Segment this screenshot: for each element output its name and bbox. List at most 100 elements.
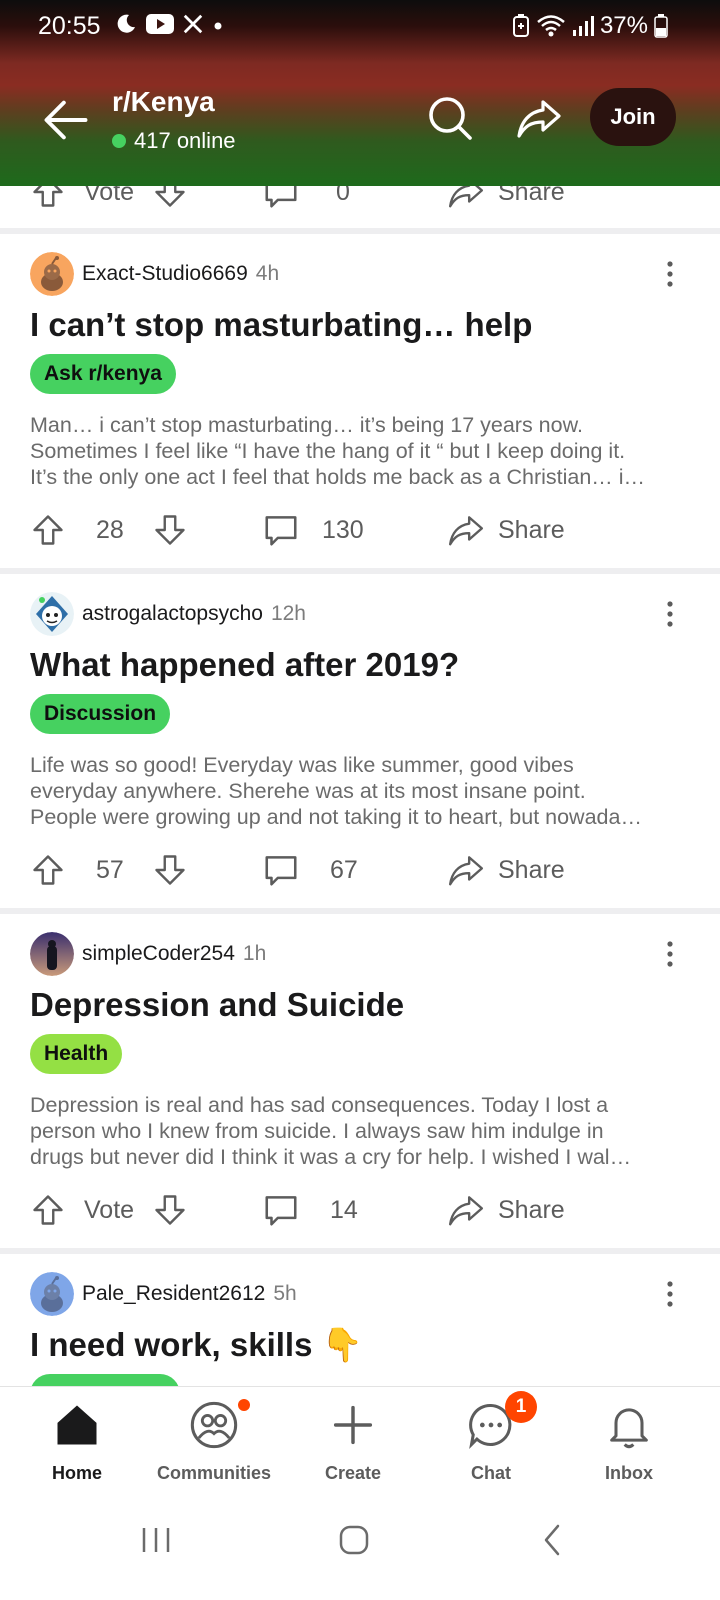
subreddit-name: r/Kenya	[112, 86, 215, 117]
more-options-button[interactable]	[658, 1280, 682, 1308]
more-options-button[interactable]	[658, 260, 682, 288]
nav-label: Create	[324, 1463, 382, 1483]
home-circle-icon	[339, 1525, 369, 1555]
snoo-avatar-icon	[30, 592, 74, 636]
signal-icon	[572, 16, 594, 36]
post-age: 4h	[255, 262, 280, 285]
nav-communities[interactable]: Communities	[154, 1399, 274, 1489]
status-bar: 20:55 37%	[0, 0, 720, 52]
downvote-icon	[155, 515, 185, 545]
battery-icon	[654, 14, 668, 38]
join-button[interactable]: Join	[590, 88, 676, 146]
share-community-button[interactable]	[514, 94, 564, 142]
online-indicator: 417 online	[112, 128, 236, 154]
post-body-line: drugs but never did I think it was a cry…	[30, 1145, 632, 1169]
post-author[interactable]: Exact-Studio6669	[82, 262, 248, 286]
post-header: Exact-Studio6669 4h	[30, 252, 279, 296]
battery-percent: 37%	[599, 12, 648, 39]
comments-button[interactable]	[262, 844, 300, 896]
nav-create[interactable]: Create	[293, 1399, 413, 1489]
downvote-button[interactable]	[152, 504, 188, 556]
post-body[interactable]: Depression is real and has sad consequen…	[30, 1092, 676, 1170]
comments-button[interactable]	[262, 1184, 300, 1236]
upvote-button[interactable]	[30, 504, 66, 556]
nav-label: Home	[51, 1463, 102, 1483]
avatar[interactable]	[30, 932, 74, 976]
post-age: 12h	[270, 602, 306, 625]
post-body-line: Life was so good! Everyday was like summ…	[30, 753, 574, 777]
vote-count: 28	[96, 515, 124, 544]
post-author[interactable]: simpleCoder254	[82, 942, 235, 966]
post-body-line: everyday anywhere. Sherehe was at its mo…	[30, 779, 586, 803]
post-card[interactable]: astrogalactopsycho 12h What happened aft…	[0, 574, 720, 914]
downvote-button[interactable]	[152, 1184, 188, 1236]
online-dot	[112, 134, 126, 148]
profile-photo-icon	[30, 932, 74, 976]
post-actions: 57 67 Share	[0, 844, 720, 896]
youtube-icon	[146, 14, 174, 34]
nav-chat[interactable]: 1 Chat	[431, 1391, 551, 1489]
nav-label: Communities	[156, 1463, 271, 1483]
post-title[interactable]: I need work, skills 👇	[30, 1326, 363, 1365]
nav-home[interactable]: Home	[17, 1399, 137, 1489]
nav-label: Chat	[471, 1463, 511, 1483]
more-vertical-icon	[667, 1281, 673, 1307]
system-navigation-bar	[0, 1494, 720, 1600]
post-title[interactable]: What happened after 2019?	[30, 646, 459, 684]
share-button[interactable]: Share	[446, 504, 565, 556]
post-flair[interactable]: Ask r/kenya	[30, 354, 176, 394]
share-button[interactable]: Share	[446, 844, 565, 896]
recent-apps-button[interactable]	[126, 1510, 186, 1570]
avatar[interactable]	[30, 592, 74, 636]
post-title[interactable]: I can’t stop masturbating… help	[30, 306, 532, 344]
nav-inbox[interactable]: Inbox	[569, 1399, 689, 1489]
bell-icon	[610, 1408, 648, 1449]
status-right-icons: 37%	[512, 12, 668, 40]
post-card[interactable]: Exact-Studio6669 4h I can’t stop masturb…	[0, 234, 720, 574]
post-body-line: People were growing up and not taking it…	[30, 805, 642, 829]
post-body-line: Sometimes I feel like “I have the hang o…	[30, 439, 626, 463]
snoo-avatar-icon	[30, 1272, 74, 1316]
upvote-button[interactable]	[30, 1184, 66, 1236]
back-system-button[interactable]	[522, 1510, 582, 1570]
home-system-button[interactable]	[324, 1510, 384, 1570]
comment-icon	[265, 516, 297, 546]
post-author[interactable]: Pale_Resident2612	[82, 1282, 265, 1306]
post-flair[interactable]: Discussion	[30, 694, 171, 734]
upvote-button[interactable]	[30, 844, 66, 896]
chevron-left-icon	[544, 1524, 560, 1556]
more-options-button[interactable]	[658, 940, 682, 968]
post-actions: Vote 14 Share	[0, 1184, 720, 1236]
notification-dot	[238, 1399, 250, 1411]
comment-icon	[265, 1196, 297, 1226]
more-vertical-icon	[667, 941, 673, 967]
post-age: 1h	[242, 942, 267, 965]
avatar[interactable]	[30, 1272, 74, 1316]
post-body[interactable]: Life was so good! Everyday was like summ…	[30, 752, 676, 830]
post-body[interactable]: Man… i can’t stop masturbating… it’s bei…	[30, 412, 676, 490]
downvote-button[interactable]	[152, 844, 188, 896]
bottom-navigation: Home Communities Create 1 Chat Inbox	[0, 1386, 720, 1494]
search-icon	[429, 97, 472, 140]
share-label: Share	[498, 515, 565, 544]
communities-icon	[190, 1401, 238, 1449]
downvote-icon	[155, 1195, 185, 1225]
comment-count: 67	[330, 855, 358, 884]
status-left-icons	[114, 12, 224, 36]
battery-saver-icon	[512, 14, 529, 37]
more-options-button[interactable]	[658, 600, 682, 628]
search-button[interactable]	[426, 94, 474, 142]
upvote-icon	[33, 855, 63, 885]
post-age: 5h	[273, 1282, 297, 1305]
more-vertical-icon	[667, 261, 673, 287]
post-body-line: It’s the only one act I feel that holds …	[30, 465, 646, 489]
post-flair[interactable]: Health	[30, 1034, 123, 1074]
post-card[interactable]: simpleCoder254 1h Depression and Suicide…	[0, 914, 720, 1254]
avatar[interactable]	[30, 252, 74, 296]
back-button[interactable]	[40, 94, 92, 146]
post-title[interactable]: Depression and Suicide	[30, 986, 404, 1024]
comments-button[interactable]	[262, 504, 300, 556]
post-author[interactable]: astrogalactopsycho	[82, 602, 263, 626]
share-button[interactable]: Share	[446, 1184, 565, 1236]
post-body-line: Depression is real and has sad consequen…	[30, 1093, 609, 1117]
